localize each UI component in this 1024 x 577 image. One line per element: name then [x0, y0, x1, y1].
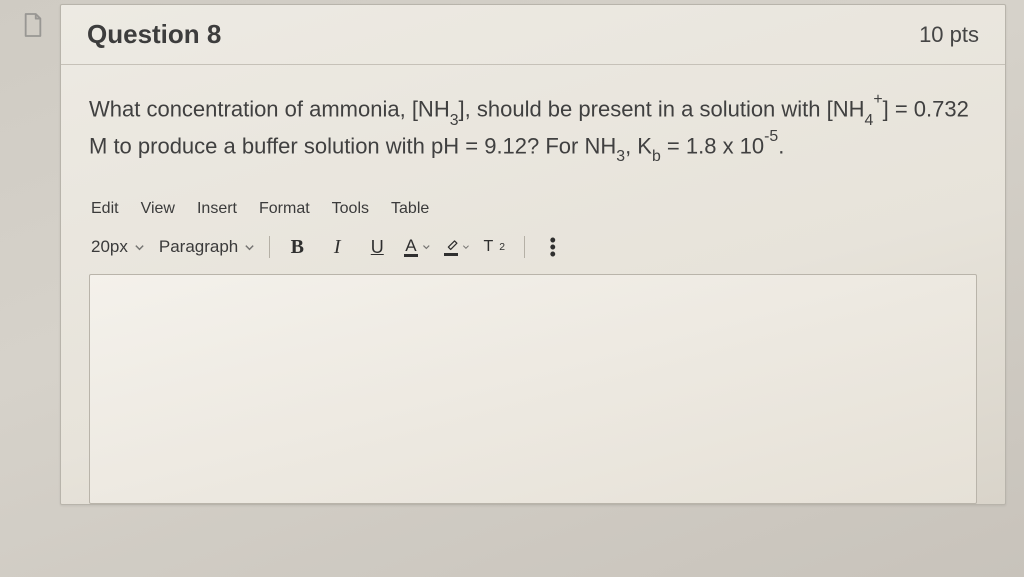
chevron-down-icon: [134, 242, 145, 253]
stem-sup: -5: [764, 128, 778, 145]
superscript-exp: 2: [499, 242, 505, 253]
menu-edit[interactable]: Edit: [91, 200, 119, 218]
question-card: Question 8 10 pts What concentration of …: [60, 4, 1006, 505]
stem-text: , K: [625, 133, 652, 158]
font-size-select[interactable]: 20px: [91, 237, 145, 257]
answer-textarea[interactable]: [89, 274, 977, 504]
kebab-icon: •••: [550, 237, 555, 259]
superscript-button[interactable]: T2: [484, 234, 510, 260]
block-format-value: Paragraph: [159, 237, 238, 257]
text-color-button[interactable]: A: [404, 234, 430, 260]
text-color-icon: A: [404, 237, 417, 257]
toolbar-divider: [524, 236, 525, 258]
stem-text: .: [778, 133, 784, 158]
menu-tools[interactable]: Tools: [332, 200, 369, 218]
stem-sub: 4: [865, 112, 874, 129]
stem-text: What concentration of ammonia, [NH: [89, 96, 450, 121]
menu-table[interactable]: Table: [391, 200, 429, 218]
highlighter-icon: [444, 238, 458, 256]
chevron-down-icon: [244, 242, 255, 253]
stem-sup: +: [873, 91, 882, 108]
menu-view[interactable]: View: [141, 200, 175, 218]
toolbar-divider: [269, 236, 270, 258]
block-format-select[interactable]: Paragraph: [159, 237, 255, 257]
italic-button[interactable]: I: [324, 234, 350, 260]
menu-insert[interactable]: Insert: [197, 200, 237, 218]
underline-button[interactable]: U: [364, 234, 390, 260]
stem-sub: 3: [616, 148, 625, 165]
stem-text: = 1.8 x 10: [661, 133, 764, 158]
stem-text: ], should be present in a solution with …: [459, 96, 865, 121]
editor-toolbar: 20px Paragraph B I U A: [89, 228, 977, 274]
chevron-down-icon: [462, 242, 470, 252]
stem-sub: 3: [450, 112, 459, 129]
question-stem: What concentration of ammonia, [NH3], sh…: [89, 93, 977, 166]
more-options-button[interactable]: •••: [539, 234, 565, 260]
document-status-icon: [22, 12, 44, 38]
question-header: Question 8 10 pts: [61, 5, 1005, 65]
editor-menu-bar: Edit View Insert Format Tools Table: [89, 200, 977, 228]
highlight-color-button[interactable]: [444, 234, 470, 260]
font-size-value: 20px: [91, 237, 128, 257]
question-points: 10 pts: [919, 22, 979, 48]
bold-button[interactable]: B: [284, 234, 310, 260]
chevron-down-icon: [422, 242, 431, 252]
question-body: What concentration of ammonia, [NH3], sh…: [61, 65, 1005, 504]
menu-format[interactable]: Format: [259, 200, 310, 218]
stem-sub: b: [652, 148, 661, 165]
superscript-label: T: [483, 238, 493, 256]
rich-text-editor: Edit View Insert Format Tools Table 20px…: [89, 200, 977, 504]
question-title: Question 8: [87, 19, 221, 50]
